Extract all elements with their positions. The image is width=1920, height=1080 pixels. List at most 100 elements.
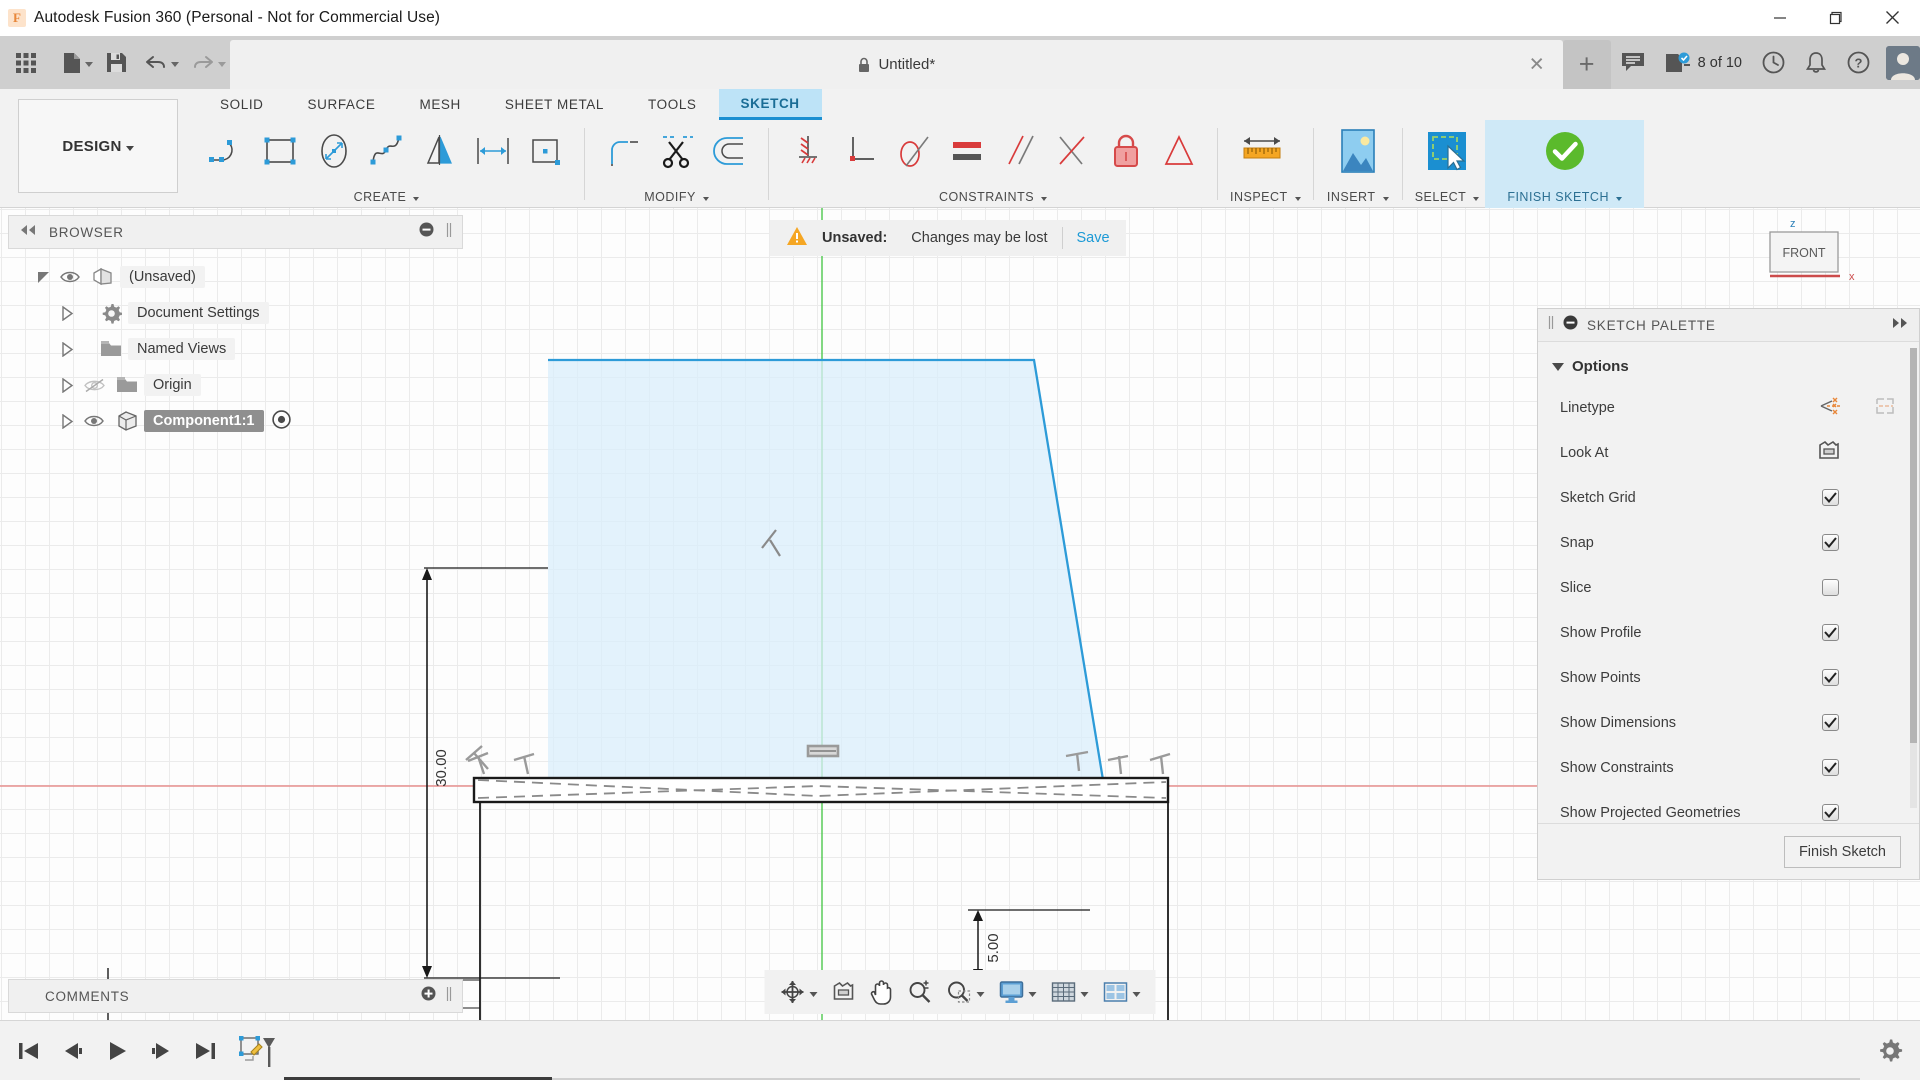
chevron-down-icon[interactable]	[1294, 196, 1301, 201]
palette-row-show-points[interactable]: Show Points	[1538, 655, 1919, 700]
panel-minimize-icon[interactable]	[419, 222, 434, 242]
chevron-down-icon[interactable]	[125, 145, 134, 151]
constraint-perpendicular-icon[interactable]	[834, 123, 887, 179]
orbit-icon[interactable]	[773, 970, 825, 1014]
constraint-tangent-icon[interactable]	[887, 123, 940, 179]
chevron-down-icon[interactable]	[1080, 991, 1089, 997]
zoom-icon[interactable]	[901, 970, 940, 1014]
offset-icon[interactable]	[703, 123, 756, 179]
pan-hand-icon[interactable]	[863, 970, 901, 1014]
chevron-down-icon[interactable]	[1552, 362, 1564, 371]
activate-component-radio[interactable]	[271, 409, 291, 433]
document-count[interactable]: 8 of 10	[1655, 52, 1752, 74]
look-at-icon[interactable]	[825, 970, 863, 1014]
document-tab[interactable]: Untitled* ✕	[230, 40, 1563, 89]
panel-finish-sketch[interactable]: FINISH SKETCH	[1485, 120, 1644, 208]
panel-constraints-label[interactable]: CONSTRAINTS	[781, 186, 1205, 208]
palette-row-snap[interactable]: Snap	[1538, 520, 1919, 565]
browser-item-document-settings[interactable]: Document Settings	[8, 295, 463, 331]
select-window-cursor-icon[interactable]	[1415, 123, 1479, 179]
insert-image-icon[interactable]	[1326, 123, 1390, 179]
fillet-icon[interactable]	[597, 123, 650, 179]
chevron-down-icon[interactable]	[413, 196, 420, 201]
panel-insert-label[interactable]: INSERT	[1326, 186, 1390, 208]
new-tab-button[interactable]: +	[1562, 40, 1611, 89]
tab-mesh[interactable]: MESH	[397, 89, 482, 120]
redo-icon[interactable]	[183, 36, 230, 89]
collapse-left-icon[interactable]	[19, 223, 37, 241]
add-comment-icon[interactable]	[421, 986, 436, 1006]
expand-toggle-icon[interactable]	[56, 341, 78, 357]
chevron-down-icon[interactable]	[218, 62, 226, 67]
new-file-icon[interactable]	[54, 36, 97, 89]
chevron-down-icon[interactable]	[1028, 991, 1037, 997]
account-avatar[interactable]	[1880, 45, 1920, 80]
constraint-fix-lock-icon[interactable]	[1099, 123, 1152, 179]
show-constraints-checkbox[interactable]	[1822, 759, 1839, 776]
create-mirror-icon[interactable]	[413, 123, 466, 179]
display-settings-icon[interactable]	[992, 970, 1044, 1014]
finish-sketch-check-icon[interactable]	[1533, 123, 1597, 179]
show-profile-checkbox[interactable]	[1822, 624, 1839, 641]
panel-minimize-icon[interactable]	[1563, 315, 1578, 335]
help-icon[interactable]: ?	[1837, 36, 1880, 89]
palette-row-show-constraints[interactable]: Show Constraints	[1538, 745, 1919, 790]
look-at-camera-icon[interactable]	[1817, 440, 1841, 466]
palette-row-show-dimensions[interactable]: Show Dimensions	[1538, 700, 1919, 745]
browser-item-component1[interactable]: Component1:1	[8, 403, 463, 439]
constraint-symmetry-icon[interactable]	[1152, 123, 1205, 179]
chevron-down-icon[interactable]	[85, 62, 93, 67]
close-tab-icon[interactable]: ✕	[1529, 55, 1545, 74]
tab-surface[interactable]: SURFACE	[286, 89, 398, 120]
show-points-checkbox[interactable]	[1822, 669, 1839, 686]
grid-snaps-icon[interactable]	[1044, 970, 1096, 1014]
panel-modify-label[interactable]: MODIFY	[597, 186, 756, 208]
create-rectangle-icon[interactable]	[254, 123, 307, 179]
save-icon[interactable]	[97, 36, 136, 89]
chevron-down-icon[interactable]	[1473, 196, 1480, 201]
browser-item-unsaved[interactable]: (Unsaved)	[8, 259, 463, 295]
play-icon[interactable]	[98, 1029, 136, 1073]
trim-scissors-icon[interactable]	[650, 123, 703, 179]
sketch-feature-icon[interactable]	[230, 1029, 284, 1073]
maximize-button[interactable]	[1808, 0, 1864, 36]
create-spline-icon[interactable]	[360, 123, 413, 179]
chevron-down-icon[interactable]	[1382, 196, 1389, 201]
visibility-eye-hidden-icon[interactable]	[78, 378, 110, 393]
panel-grip-icon[interactable]	[446, 222, 452, 243]
timeline-settings-gear-icon[interactable]	[1860, 1021, 1920, 1080]
palette-scrollbar[interactable]	[1910, 348, 1917, 808]
save-link[interactable]: Save	[1077, 230, 1110, 246]
palette-scrollbar-thumb[interactable]	[1910, 348, 1917, 743]
browser-item-origin[interactable]: Origin	[8, 367, 463, 403]
go-to-end-icon[interactable]	[186, 1029, 224, 1073]
expand-toggle-icon[interactable]	[56, 305, 78, 321]
notifications-bell-icon[interactable]	[1795, 36, 1837, 89]
expand-toggle-icon[interactable]	[56, 413, 78, 429]
show-dimensions-checkbox[interactable]	[1822, 714, 1839, 731]
constraint-fix-ground-icon[interactable]	[781, 123, 834, 179]
visibility-eye-icon[interactable]	[54, 270, 86, 284]
panel-finish-sketch-label[interactable]: FINISH SKETCH	[1507, 186, 1622, 208]
options-section-header[interactable]: Options	[1538, 352, 1919, 385]
panel-inspect-label[interactable]: INSPECT	[1230, 186, 1301, 208]
visibility-eye-icon[interactable]	[78, 414, 110, 428]
palette-row-linetype[interactable]: Linetype	[1538, 385, 1919, 430]
palette-row-slice[interactable]: Slice	[1538, 565, 1919, 610]
measure-ruler-icon[interactable]	[1230, 123, 1294, 179]
constraint-parallel-icon[interactable]	[993, 123, 1046, 179]
panel-grip-icon[interactable]	[1548, 315, 1554, 335]
step-forward-icon[interactable]	[142, 1029, 180, 1073]
chevron-down-icon[interactable]	[1615, 196, 1622, 201]
chevron-down-icon[interactable]	[1132, 991, 1141, 997]
tab-sheet-metal[interactable]: SHEET METAL	[483, 89, 626, 120]
create-ellipse-icon[interactable]	[307, 123, 360, 179]
palette-row-look-at[interactable]: Look At	[1538, 430, 1919, 475]
browser-item-named-views[interactable]: Named Views	[8, 331, 463, 367]
comments-icon[interactable]	[1611, 36, 1655, 89]
chevron-down-icon[interactable]	[809, 991, 818, 997]
go-to-beginning-icon[interactable]	[10, 1029, 48, 1073]
zoom-window-icon[interactable]	[940, 970, 992, 1014]
chevron-down-icon[interactable]	[976, 991, 985, 997]
step-back-icon[interactable]	[54, 1029, 92, 1073]
